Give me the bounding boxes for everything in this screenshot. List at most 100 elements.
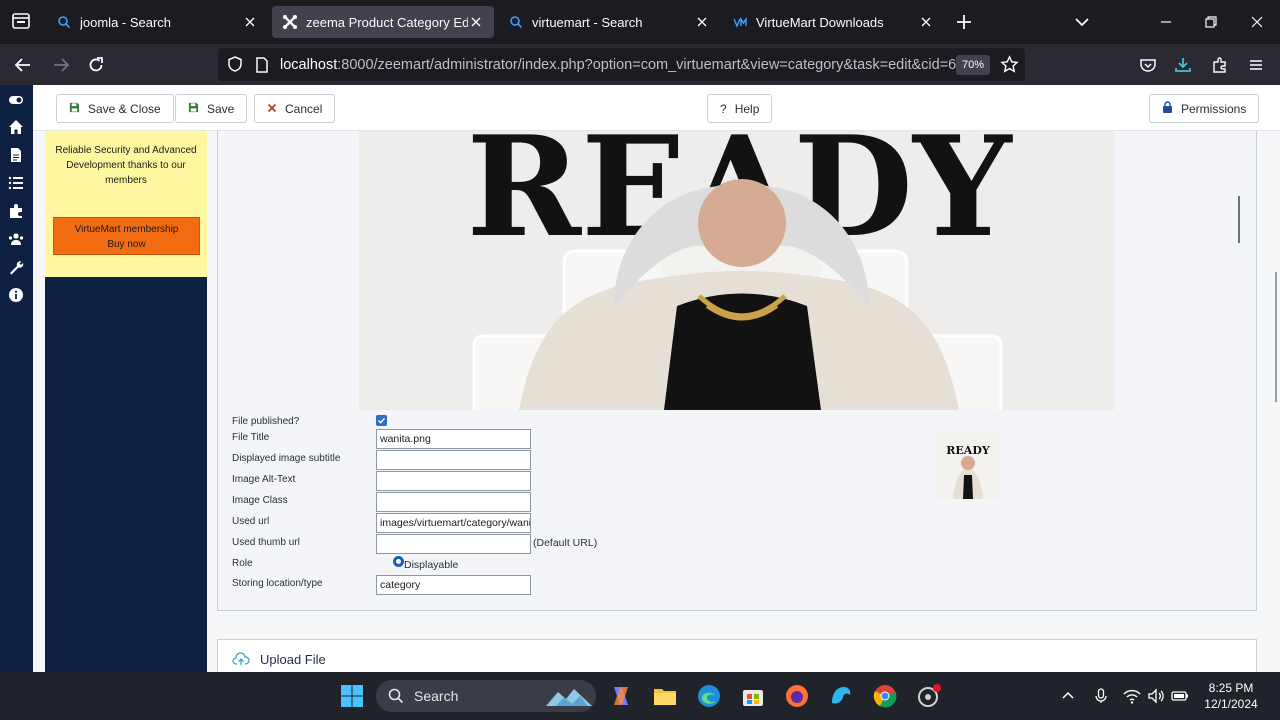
file-published-checkbox[interactable] [376,415,387,426]
edge-icon[interactable] [696,683,722,709]
thumb-url-row: Used thumb url (Default URL) [232,534,652,554]
battery-icon[interactable] [1170,686,1190,706]
mountain-icon [546,684,592,713]
browser-nav-toolbar: localhost:8000/zeemart/administrator/ind… [0,44,1280,85]
joomla-logo-icon [282,14,298,30]
permissions-label: Permissions [1181,101,1247,116]
store-icon[interactable] [740,683,766,709]
image-class-input[interactable] [376,492,531,512]
chevron-down-icon[interactable] [1070,10,1094,34]
promo-text: Reliable Security and Advanced Developme… [55,145,197,186]
chevron-up-icon[interactable] [1058,686,1078,706]
system-wrench-icon[interactable] [8,259,24,275]
extensions-icon[interactable] [1207,52,1233,78]
virtuemart-logo-icon [732,14,748,30]
membership-promo: Reliable Security and Advanced Developme… [45,131,207,277]
microphone-icon[interactable] [1091,686,1111,706]
url-path: :8000/zeemart/administrator/index.php?op… [337,57,957,73]
minimize-icon[interactable] [1154,10,1178,34]
role-displayable-radio[interactable] [393,556,404,567]
home-icon[interactable] [8,119,24,135]
close-icon[interactable] [918,14,934,30]
zoom-level[interactable]: 70% [956,55,990,75]
new-tab-icon[interactable] [952,10,976,34]
used-url-label: Used url [232,516,270,527]
info-icon[interactable] [8,287,24,303]
shield-icon[interactable] [226,55,244,78]
page-scrollbar[interactable] [1275,272,1277,402]
image-class-row: Image Class [232,492,652,512]
storage-label: Storing location/type [232,578,323,589]
users-icon[interactable] [8,231,24,247]
pocket-icon[interactable] [1135,52,1161,78]
used-url-input[interactable]: images/virtuemart/category/wanita.png [376,513,531,533]
image-alt-input[interactable] [376,471,531,491]
windows-start-icon[interactable] [339,683,365,709]
address-bar[interactable]: localhost:8000/zeemart/administrator/ind… [218,48,1025,81]
tab-list-icon[interactable] [8,8,34,34]
star-icon[interactable] [1000,55,1019,79]
chrome-icon[interactable] [872,683,898,709]
reload-icon[interactable] [83,52,109,78]
image-thumbnail[interactable]: READY [935,433,1001,499]
thumb-url-input[interactable] [376,534,531,554]
promo-button-line1: VirtueMart membership [74,224,179,235]
copilot-icon[interactable] [608,683,634,709]
save-label: Save [207,101,235,116]
firefox-icon[interactable] [784,683,810,709]
download-icon[interactable] [1170,52,1196,78]
tab-virtuemart-search[interactable]: virtuemart - Search [498,6,720,38]
cancel-label: Cancel [285,101,323,116]
storage-input[interactable]: category [376,575,531,595]
save-close-label: Save & Close [88,101,161,116]
save-button[interactable]: Save [175,94,248,123]
back-arrow-icon[interactable] [10,52,36,78]
window-close-icon[interactable] [1245,10,1269,34]
cancel-button[interactable]: Cancel [254,94,336,123]
panel-scrollbar[interactable] [1238,196,1240,243]
close-icon[interactable] [694,14,710,30]
file-explorer-icon[interactable] [652,683,678,709]
save-icon [69,102,80,116]
volume-icon[interactable] [1146,686,1166,706]
tab-virtuemart-downloads[interactable]: VirtueMart Downloads [722,6,944,38]
lock-icon [1162,101,1173,116]
tab-label: joomla - Search [80,14,172,30]
permissions-button[interactable]: Permissions [1149,94,1260,123]
question-icon: ? [720,101,727,116]
page-icon[interactable] [254,56,270,79]
media-panel: READY READY File published? [217,131,1257,611]
virtuemart-side-menu: Reliable Security and Advanced Developme… [45,131,207,672]
role-displayable-label: Displayable [404,559,459,571]
upload-file-panel[interactable]: Upload File [217,639,1257,672]
save-close-button[interactable]: Save & Close [56,94,174,123]
tab-joomla-search[interactable]: joomla - Search [46,6,268,38]
content-icon[interactable] [8,147,24,163]
clock-time: 8:25 PM [1208,681,1254,695]
forward-arrow-icon[interactable] [48,52,74,78]
help-button[interactable]: ? Help [707,94,773,123]
membership-buy-button[interactable]: VirtueMart membership Buy now [53,217,200,255]
upload-file-title: Upload File [260,652,326,667]
taskbar-clock[interactable]: 8:25 PM 12/1/2024 [1196,680,1266,712]
close-icon[interactable] [468,14,484,30]
close-icon[interactable] [242,14,258,30]
role-label: Role [232,558,253,569]
tab-category-edit[interactable]: zeema Product Category Edit [272,6,494,38]
file-title-input[interactable]: wanita.png [376,429,531,449]
recorder-icon[interactable] [916,683,942,709]
toggle-menu-icon[interactable] [8,92,24,108]
taskbar-search-label: Search [414,688,459,704]
components-icon[interactable] [8,203,24,219]
restore-icon[interactable] [1199,10,1223,34]
app-icon[interactable] [828,683,854,709]
wifi-icon[interactable] [1122,686,1142,706]
image-subtitle-input[interactable] [376,450,531,470]
taskbar-search-box[interactable]: Search [376,680,596,712]
menus-icon[interactable] [8,175,24,191]
admin-page: Save & Close Save Cancel ? Help Permissi… [33,85,1280,672]
clock-date: 12/1/2024 [1204,697,1258,711]
search-icon [508,14,524,30]
search-icon [56,14,72,30]
menu-icon[interactable] [1243,52,1269,78]
